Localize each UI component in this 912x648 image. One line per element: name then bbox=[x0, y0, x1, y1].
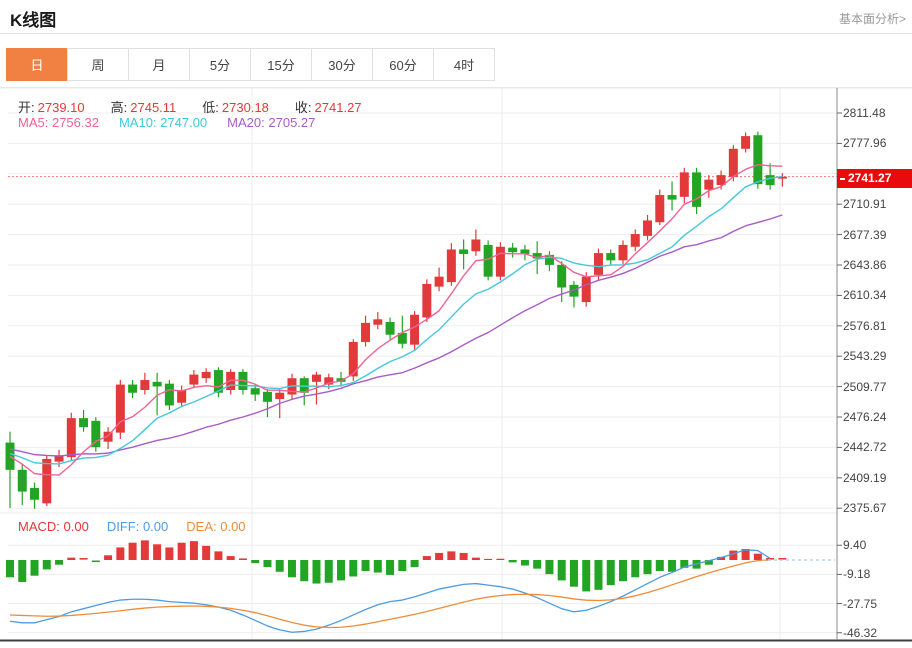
price-tick-label: 2409.19 bbox=[843, 471, 909, 485]
ma5-value: MA5: 2756.32 bbox=[18, 115, 99, 130]
ma20-value: MA20: 2705.27 bbox=[227, 115, 315, 130]
macd-tick-label: -46.32 bbox=[843, 626, 909, 640]
ohlc-high: 高:2745.11 bbox=[111, 97, 177, 116]
macd-value: MACD: 0.00 bbox=[18, 519, 89, 534]
kline-widget: K线图 基本面分析> 日周月5分15分30分60分4时 开:2739.10 高:… bbox=[0, 0, 912, 648]
ohlc-low: 低:2730.18 bbox=[202, 97, 269, 116]
macd-tick-label: -9.18 bbox=[843, 567, 909, 581]
ohlc-open: 开:2739.10 bbox=[18, 97, 85, 116]
ma-readout: MA5: 2756.32 MA10: 2747.00 MA20: 2705.27 bbox=[18, 115, 315, 130]
ohlc-readout: 开:2739.10 高:2745.11 低:2730.18 收:2741.27 bbox=[18, 97, 362, 116]
price-tick-label: 2610.34 bbox=[843, 288, 909, 302]
price-tick-label: 2777.96 bbox=[843, 136, 909, 150]
macd-readout: MACD: 0.00 DIFF: 0.00 DEA: 0.00 bbox=[18, 519, 246, 534]
current-price-tag: 2741.27 bbox=[837, 169, 912, 188]
ohlc-close: 收:2741.27 bbox=[295, 97, 362, 116]
price-tick-label: 2442.72 bbox=[843, 440, 909, 454]
price-tick-label: 2710.91 bbox=[843, 197, 909, 211]
price-tick-label: 2476.24 bbox=[843, 410, 909, 424]
dea-value: DEA: 0.00 bbox=[186, 519, 245, 534]
price-tick-label: 2509.77 bbox=[843, 380, 909, 394]
macd-tick-label: 9.40 bbox=[843, 538, 909, 552]
price-tick-label: 2811.48 bbox=[843, 106, 909, 120]
diff-value: DIFF: 0.00 bbox=[107, 519, 168, 534]
price-tick-label: 2677.39 bbox=[843, 228, 909, 242]
price-tick-label: 2543.29 bbox=[843, 349, 909, 363]
price-tick-label: 2375.67 bbox=[843, 501, 909, 515]
macd-tick-label: -27.75 bbox=[843, 597, 909, 611]
price-tick-label: 2576.81 bbox=[843, 319, 909, 333]
price-tick-label: 2643.86 bbox=[843, 258, 909, 272]
ma10-value: MA10: 2747.00 bbox=[119, 115, 207, 130]
